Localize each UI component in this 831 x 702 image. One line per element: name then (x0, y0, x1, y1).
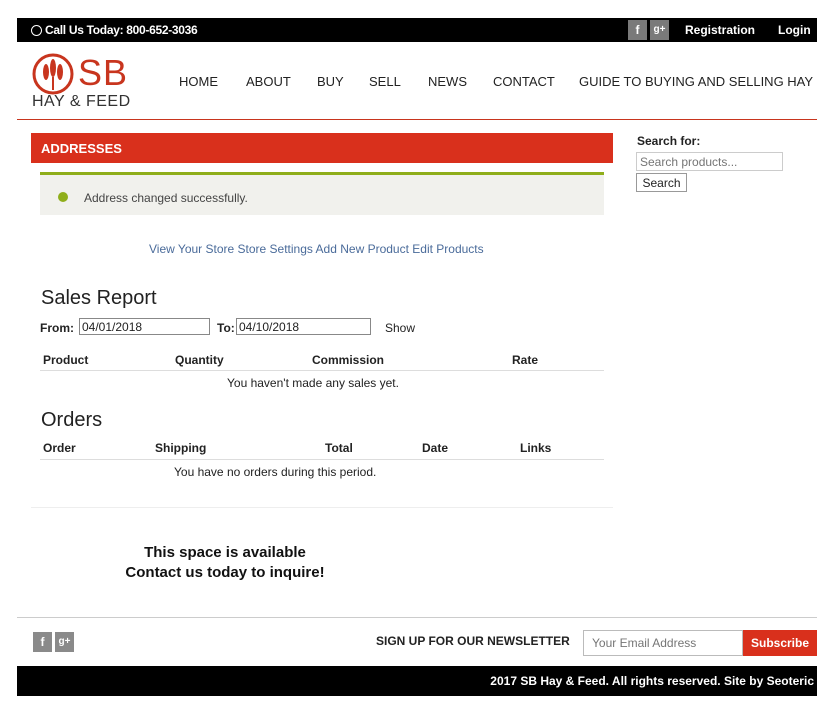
col-rate: Rate (512, 353, 539, 367)
footer-divider (17, 617, 817, 618)
google-plus-icon[interactable]: g+ (650, 20, 669, 40)
bottom-bar: 2017 SB Hay & Feed. All rights reserved.… (17, 666, 817, 696)
col-total: Total (325, 441, 353, 455)
site-logo[interactable]: SB HAY & FEED (32, 53, 147, 113)
notice-message: Address changed successfully. (84, 191, 248, 205)
col-links: Links (520, 441, 552, 455)
login-link[interactable]: Login (778, 23, 811, 37)
to-date-input[interactable] (236, 318, 371, 335)
wheat-icon (32, 53, 74, 95)
ad-space: This space is available Contact us today… (100, 543, 350, 583)
ad-line-1: This space is available (144, 544, 306, 561)
col-quantity: Quantity (175, 353, 224, 367)
call-us-text: Call Us Today: 800-652-3036 (45, 23, 198, 37)
to-label: To: (217, 321, 235, 335)
subscribe-button[interactable]: Subscribe (743, 630, 817, 656)
phone-icon (31, 25, 42, 36)
show-button[interactable]: Show (385, 321, 415, 335)
nav-home[interactable]: HOME (179, 74, 218, 89)
call-us[interactable]: Call Us Today: 800-652-3036 (31, 23, 198, 37)
footer-google-plus-icon[interactable]: g+ (55, 632, 74, 652)
ad-line-2: Contact us today to inquire! (125, 564, 325, 581)
addresses-banner: ADDRESSES (31, 133, 613, 163)
newsletter-label: SIGN UP FOR OUR NEWSLETTER (376, 634, 570, 648)
copyright-text: 2017 SB Hay & Feed. All rights reserved.… (490, 674, 814, 688)
nav-guide[interactable]: GUIDE TO BUYING AND SELLING HAY (579, 74, 813, 89)
panel-bottom-divider (31, 507, 613, 508)
check-circle-icon (58, 192, 68, 202)
logo-hay-feed: HAY & FEED (32, 93, 131, 110)
nav-buy[interactable]: BUY (317, 74, 344, 89)
addresses-title: ADDRESSES (41, 141, 122, 156)
facebook-icon[interactable]: f (628, 20, 647, 40)
col-product: Product (43, 353, 89, 367)
store-links[interactable]: View Your Store Store Settings Add New P… (149, 242, 484, 256)
search-products-input[interactable] (636, 152, 783, 171)
site-header: SB HAY & FEED HOME ABOUT BUY SELL NEWS C… (17, 42, 817, 120)
registration-link[interactable]: Registration (685, 23, 755, 37)
sales-report-title: Sales Report (41, 287, 157, 309)
nav-contact[interactable]: CONTACT (493, 74, 555, 89)
col-shipping: Shipping (155, 441, 207, 455)
logo-sb: SB (78, 52, 129, 93)
search-button[interactable]: Search (636, 173, 687, 192)
orders-title: Orders (41, 409, 103, 431)
orders-table-divider (40, 459, 604, 460)
col-commission: Commission (312, 353, 385, 367)
nav-about[interactable]: ABOUT (246, 74, 291, 89)
col-date: Date (422, 441, 449, 455)
nav-news[interactable]: NEWS (428, 74, 467, 89)
orders-empty-message: You have no orders during this period. (174, 465, 377, 479)
col-order: Order (43, 441, 76, 455)
success-notice: Address changed successfully. (40, 172, 604, 215)
nav-sell[interactable]: SELL (369, 74, 401, 89)
from-date-input[interactable] (79, 318, 210, 335)
newsletter-email-input[interactable] (583, 630, 743, 656)
from-label: From: (40, 321, 74, 335)
top-bar: Call Us Today: 800-652-3036 f g+ Registr… (17, 18, 817, 42)
search-label: Search for: (637, 134, 701, 148)
footer-facebook-icon[interactable]: f (33, 632, 52, 652)
sales-table-divider (40, 370, 604, 371)
sales-empty-message: You haven't made any sales yet. (227, 376, 399, 390)
